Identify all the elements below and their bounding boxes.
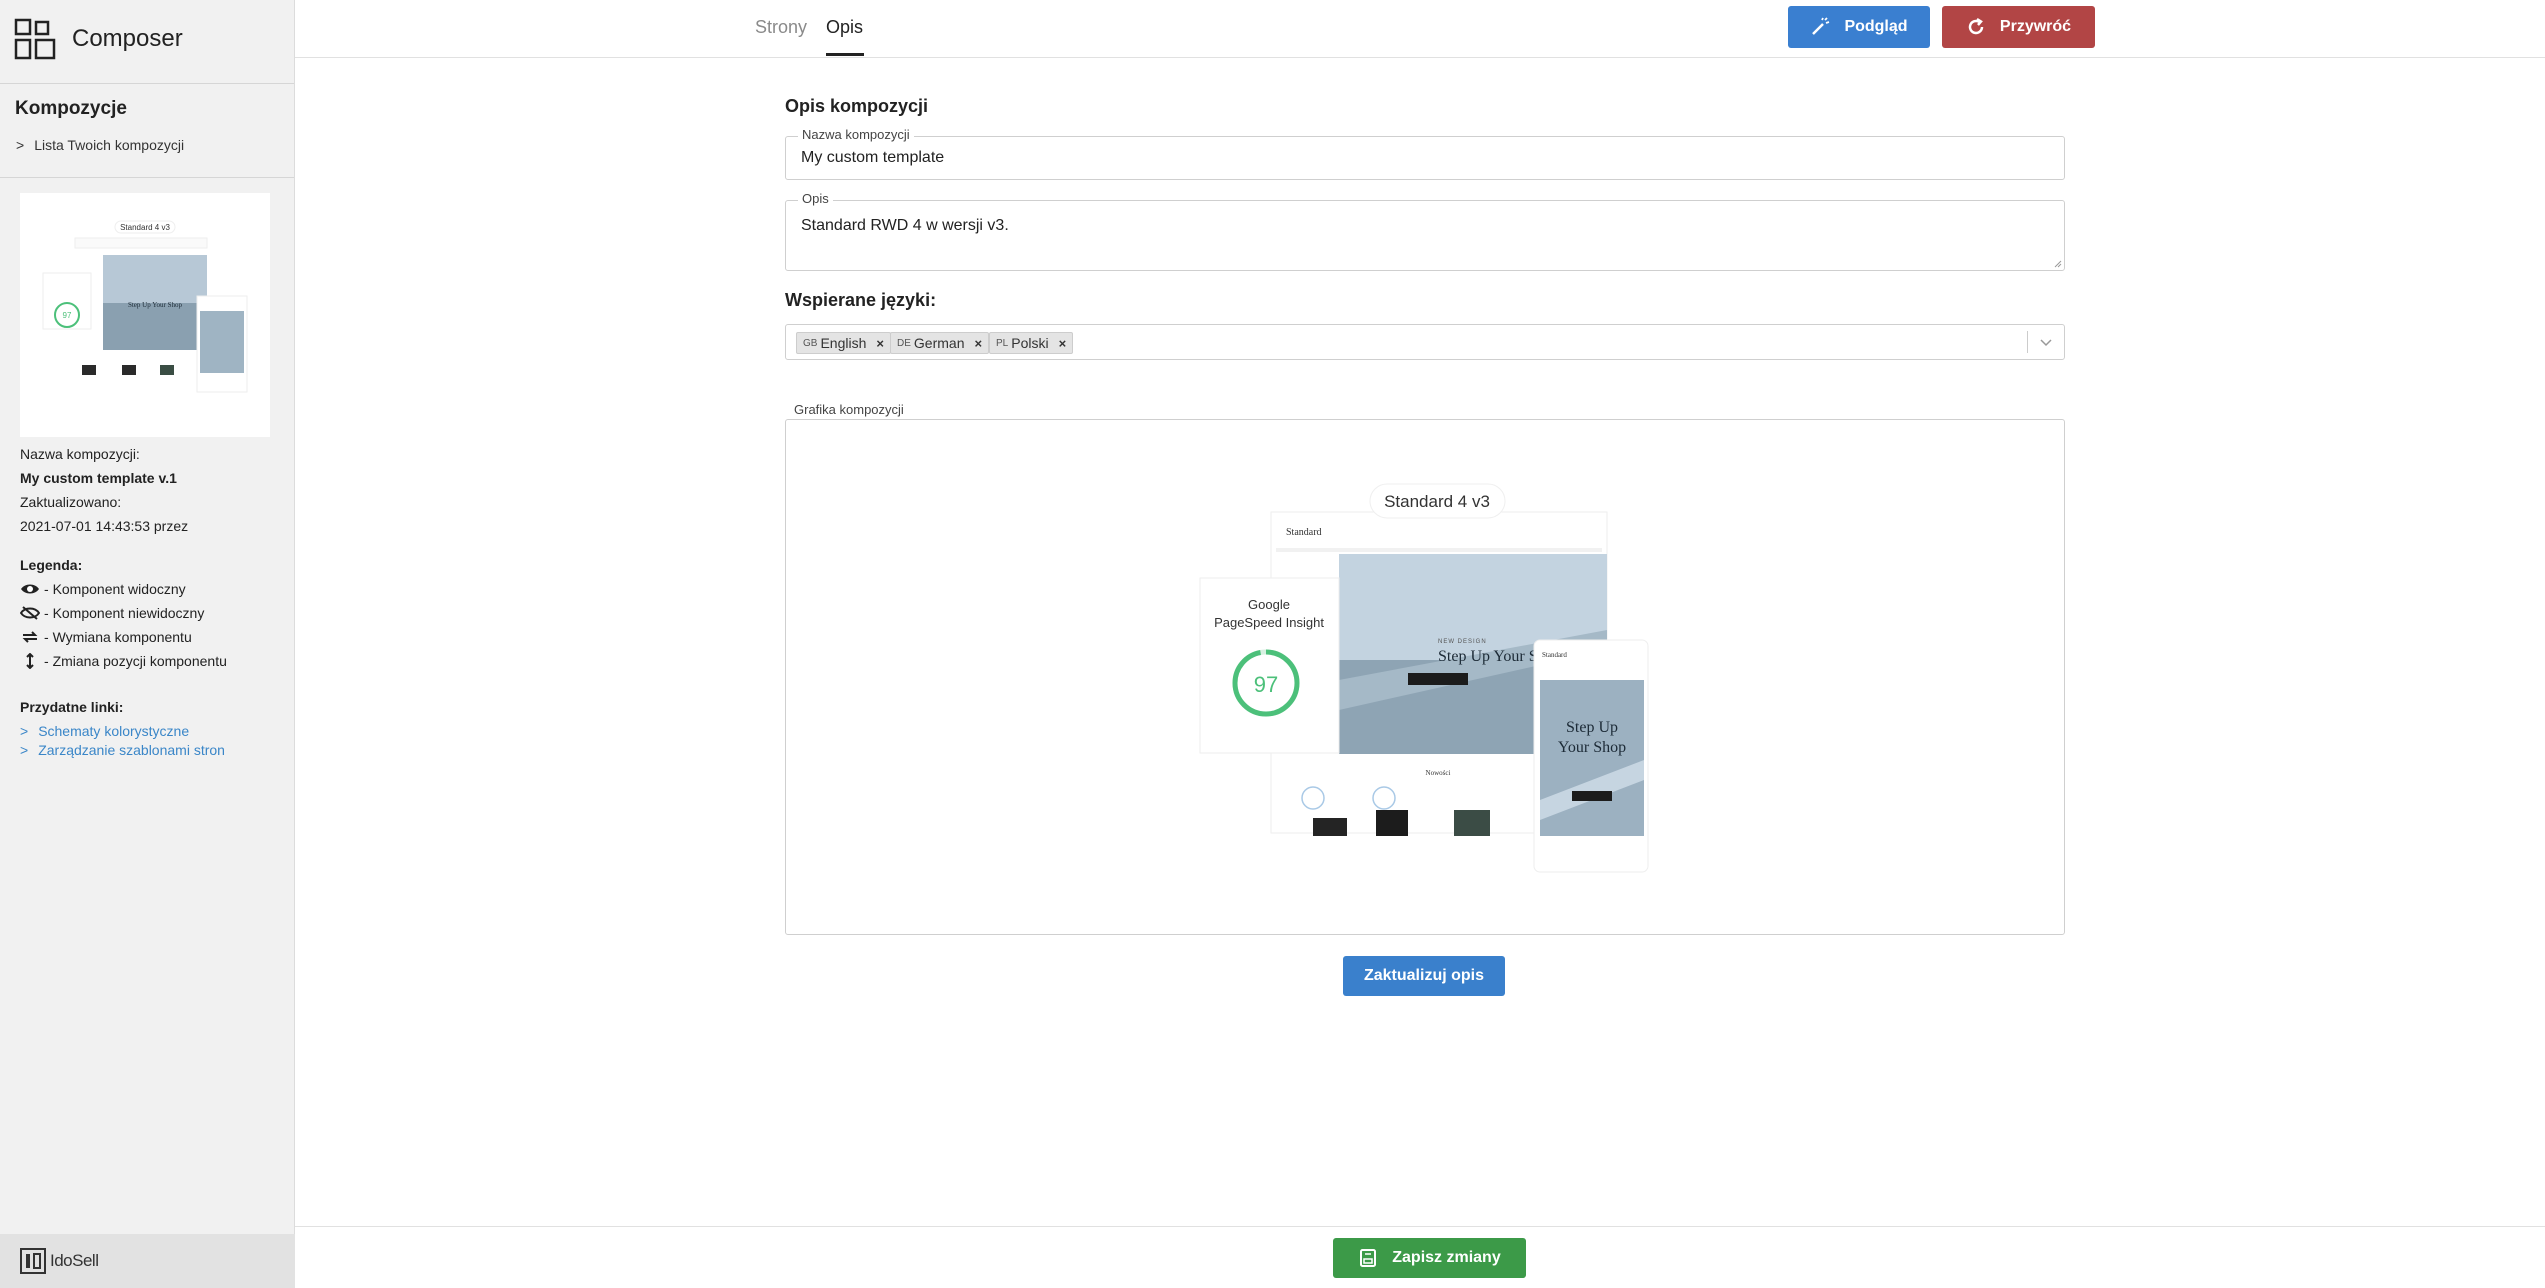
composer-logo-icon bbox=[14, 18, 56, 60]
preview-section-label: Nowości bbox=[1426, 769, 1451, 777]
section-title: Opis kompozycji bbox=[785, 96, 929, 116]
magic-wand-icon bbox=[1812, 17, 1830, 35]
pagespeed-line1: Google bbox=[1248, 597, 1290, 612]
legend-label: Komponent widoczny bbox=[52, 581, 186, 597]
save-changes-button[interactable]: Zapisz zmiany bbox=[1333, 1238, 1526, 1278]
language-chip: PL Polski × bbox=[989, 332, 1074, 354]
language-chip: DE German × bbox=[890, 332, 990, 354]
app-title: Composer bbox=[72, 25, 183, 52]
link-label: Schematy kolorystyczne bbox=[38, 723, 190, 739]
flag-de-icon: DE bbox=[897, 337, 911, 349]
eye-icon bbox=[21, 584, 39, 594]
preview-mobile-title-1: Step Up bbox=[1566, 719, 1618, 736]
composition-preview-image: Standard NEW DESIGN Step Up Your Shop No… bbox=[1199, 483, 1649, 873]
chevron-down-icon[interactable] bbox=[2038, 334, 2054, 350]
preview-mobile-title-2: Your Shop bbox=[1558, 739, 1626, 756]
thumbnail-title: Standard 4 v3 bbox=[120, 223, 170, 232]
update-description-button[interactable]: Zaktualizuj opis bbox=[1343, 956, 1505, 996]
preview-hero-kicker: NEW DESIGN bbox=[1438, 639, 1487, 645]
swap-icon bbox=[22, 631, 38, 643]
preview-button[interactable]: Podgląd bbox=[1788, 6, 1930, 48]
legend-item: - Komponent niewidoczny bbox=[20, 605, 204, 621]
remove-chip-icon[interactable]: × bbox=[1059, 336, 1067, 351]
footer-brand: IdoSell bbox=[50, 1251, 99, 1270]
legend-item: - Wymiana komponentu bbox=[20, 629, 192, 645]
chevron-right-icon: > bbox=[20, 742, 29, 758]
language-chip: GB English × bbox=[796, 332, 891, 354]
divider bbox=[0, 83, 294, 84]
legend-title: Legenda: bbox=[20, 557, 83, 573]
restore-button[interactable]: Przywróć bbox=[1942, 6, 2095, 48]
name-field-label: Nazwa kompozycji bbox=[798, 127, 914, 142]
language-name: English bbox=[820, 335, 867, 351]
vertical-arrows-icon bbox=[26, 653, 34, 669]
name-value: My custom template v.1 bbox=[20, 470, 177, 486]
brand[interactable]: Composer bbox=[14, 18, 183, 60]
rotate-icon bbox=[1968, 17, 1984, 35]
divider bbox=[2027, 331, 2028, 353]
graphic-label: Grafika kompozycji bbox=[790, 402, 908, 417]
updated-label: Zaktualizowano: bbox=[20, 494, 122, 510]
sidebar-heading: Kompozycje bbox=[15, 98, 127, 119]
eye-slash-icon bbox=[20, 606, 40, 620]
description-value: Standard RWD 4 w wersji v3. bbox=[801, 217, 1009, 234]
restore-label: Przywróć bbox=[1999, 18, 2072, 35]
update-description-label: Zaktualizuj opis bbox=[1363, 967, 1484, 984]
legend-item: - Zmiana pozycji komponentu bbox=[20, 653, 227, 669]
languages-select[interactable]: GB English × DE German × PL Polski × bbox=[785, 324, 2065, 360]
preview-label: Podgląd bbox=[1844, 18, 1908, 35]
flag-pl-icon: PL bbox=[996, 337, 1009, 349]
description-label: Opis bbox=[798, 191, 833, 206]
languages-title: Wspierane języki: bbox=[785, 290, 937, 310]
preview-title: Standard 4 v3 bbox=[1384, 492, 1490, 511]
save-icon bbox=[1360, 1249, 1377, 1267]
name-label: Nazwa kompozycji: bbox=[20, 446, 140, 462]
legend-label: Wymiana komponentu bbox=[52, 629, 192, 645]
name-field-value: My custom template bbox=[801, 149, 945, 166]
tab-pages[interactable]: Strony bbox=[755, 17, 807, 38]
thumbnail-score: 97 bbox=[63, 311, 72, 320]
description-textarea[interactable]: Opis Standard RWD 4 w wersji v3. bbox=[785, 191, 2065, 271]
flag-gb-icon: GB bbox=[803, 337, 818, 349]
list-compositions-label: Lista Twoich kompozycji bbox=[34, 137, 185, 153]
legend-item: - Komponent widoczny bbox=[20, 581, 186, 597]
updated-value: 2021-07-01 14:43:53 przez bbox=[20, 518, 189, 534]
sidebar-footer: IdoSell bbox=[0, 1234, 295, 1288]
language-name: Polski bbox=[1011, 335, 1049, 351]
graphic-upload-area[interactable]: Standard NEW DESIGN Step Up Your Shop No… bbox=[785, 419, 2065, 935]
pagespeed-line2: PageSpeed Insight bbox=[1214, 615, 1324, 630]
pagespeed-score: 97 bbox=[1254, 672, 1278, 697]
legend-label: Komponent niewidoczny bbox=[52, 605, 205, 621]
chevron-right-icon: > bbox=[20, 723, 29, 739]
save-changes-label: Zapisz zmiany bbox=[1392, 1249, 1501, 1266]
language-name: German bbox=[913, 335, 965, 351]
tab-description[interactable]: Opis bbox=[826, 17, 863, 38]
composition-thumbnail: Standard 4 v3 Step Up Your Shop 97 bbox=[20, 193, 270, 437]
legend-label: Zmiana pozycji komponentu bbox=[52, 653, 227, 669]
idosell-logo-icon[interactable] bbox=[20, 1248, 46, 1274]
svg-text:Step Up Your Shop: Step Up Your Shop bbox=[128, 301, 183, 309]
divider bbox=[0, 177, 294, 178]
link-color-schemes[interactable]: > Schematy kolorystyczne bbox=[20, 723, 189, 739]
link-label: Zarządzanie szablonami stron bbox=[38, 742, 225, 758]
useful-links-title: Przydatne linki: bbox=[20, 699, 124, 715]
top-bar: Strony Opis bbox=[295, 0, 2545, 58]
remove-chip-icon[interactable]: × bbox=[974, 336, 982, 351]
link-page-templates[interactable]: > Zarządzanie szablonami stron bbox=[20, 742, 225, 758]
list-compositions-link[interactable]: > Lista Twoich kompozycji bbox=[16, 137, 184, 153]
active-tab-indicator bbox=[826, 53, 864, 56]
name-field[interactable]: Nazwa kompozycji My custom template bbox=[785, 127, 2065, 180]
remove-chip-icon[interactable]: × bbox=[876, 336, 884, 351]
chevron-right-icon: > bbox=[16, 137, 25, 153]
resize-handle-icon[interactable] bbox=[2052, 258, 2062, 268]
svg-text:Standard: Standard bbox=[1542, 651, 1567, 659]
sidebar: Composer Kompozycje > Lista Twoich kompoz… bbox=[0, 0, 295, 1288]
preview-brand: Standard bbox=[1286, 527, 1322, 538]
